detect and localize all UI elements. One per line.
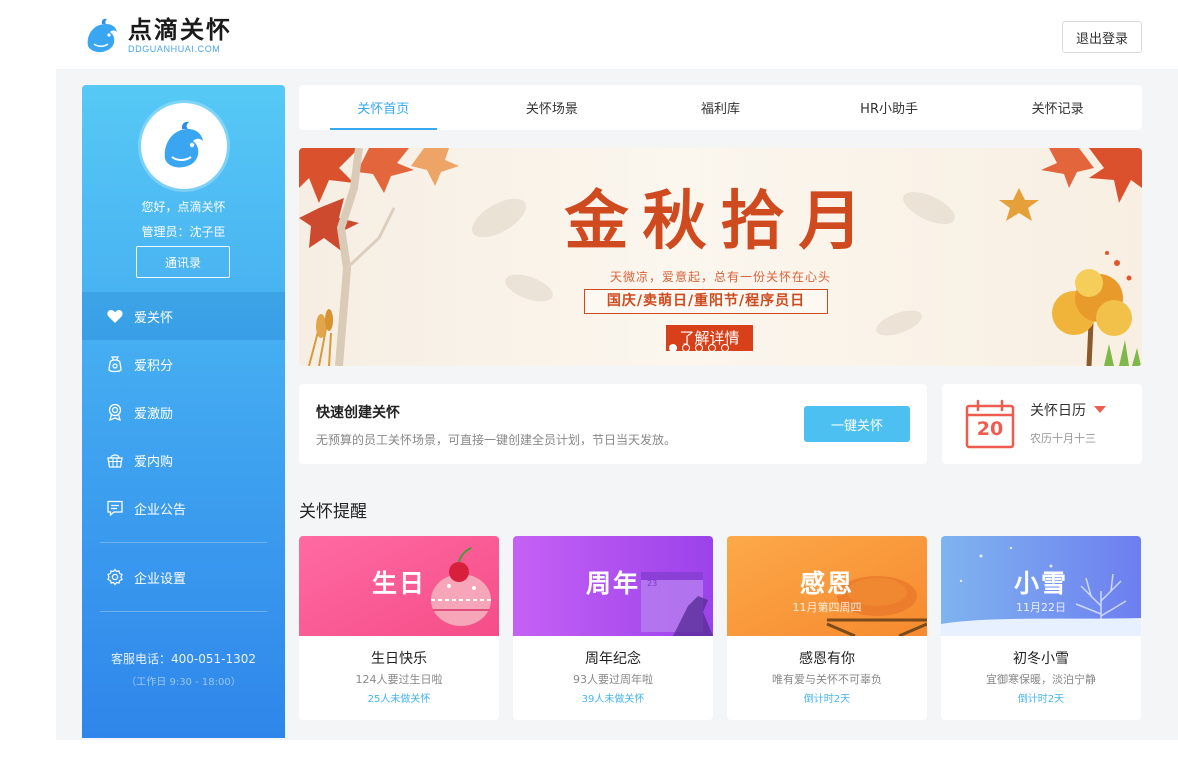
banner-title: 金秋拾月 bbox=[564, 184, 877, 259]
admin-name: 管理员：沈子臣 bbox=[141, 225, 226, 239]
reminder-card-light-snow[interactable]: 小雪 11月22日 初冬小雪 宜御寒保暖，淡泊宁静 倒计时2天 bbox=[941, 536, 1141, 720]
brand-name: 点滴关怀 bbox=[128, 16, 232, 44]
contacts-button[interactable]: 通讯录 bbox=[136, 246, 230, 278]
card-title: 感恩有你 bbox=[799, 651, 855, 667]
sidebar-menu: 爱关怀 爱积分 爱激励 爱内购 企业公告 企业设置 bbox=[82, 292, 285, 622]
calendar-title[interactable]: 关怀日历 bbox=[1030, 400, 1106, 420]
avatar[interactable] bbox=[141, 103, 227, 189]
carousel-dot[interactable] bbox=[682, 344, 690, 352]
dolphin-logo-icon bbox=[87, 18, 117, 53]
card-status: 39人未做关怀 bbox=[581, 694, 645, 705]
card-desc: 124人要过生日啦 bbox=[355, 673, 443, 686]
sidebar-item-notice[interactable]: 企业公告 bbox=[82, 484, 285, 532]
sidebar-item-label: 爱激励 bbox=[134, 406, 174, 422]
card-heading: 小雪 bbox=[1013, 569, 1068, 598]
reminder-cards: 生日 生日快乐 124人要过生日啦 25人未做关怀 23 周年 周年纪念 93人… bbox=[299, 536, 1142, 720]
carousel-dots bbox=[669, 344, 729, 352]
card-desc: 宜御寒保暖，淡泊宁静 bbox=[986, 673, 1096, 686]
sidebar-item-label: 爱积分 bbox=[134, 358, 174, 374]
dolphin-avatar-icon bbox=[164, 121, 203, 168]
card-status: 倒计时2天 bbox=[1017, 694, 1065, 705]
care-calendar-panel[interactable]: 20 关怀日历 农历十月十三 bbox=[942, 384, 1142, 464]
card-status: 倒计时2天 bbox=[803, 694, 851, 705]
card-date: 11月第四周四 bbox=[792, 601, 862, 614]
medal-icon bbox=[106, 403, 124, 421]
top-header: 点滴关怀 DDGUANHUAI.COM 退出登录 bbox=[56, 0, 1178, 70]
tab-welfare-library[interactable]: 福利库 bbox=[636, 85, 805, 130]
sidebar: 您好，点滴关怀 管理员：沈子臣 通讯录 爱关怀 爱积分 爱激励 爱内购 企业公告… bbox=[82, 85, 285, 738]
one-click-care-button[interactable]: 一键关怀 bbox=[804, 406, 910, 442]
heart-icon bbox=[106, 307, 124, 325]
sidebar-item-purchase[interactable]: 爱内购 bbox=[82, 436, 285, 484]
tab-care-scenes[interactable]: 关怀场景 bbox=[468, 85, 637, 130]
service-hours: （工作日 9:30 - 18:00） bbox=[126, 677, 241, 688]
tab-care-records[interactable]: 关怀记录 bbox=[973, 85, 1142, 130]
tab-hr-assistant[interactable]: HR小助手 bbox=[805, 85, 974, 130]
card-heading: 生日 bbox=[371, 569, 426, 598]
brand-logo[interactable]: 点滴关怀 DDGUANHUAI.COM bbox=[82, 16, 232, 56]
reminders-title: 关怀提醒 bbox=[299, 502, 367, 522]
reminder-card-thanksgiving[interactable]: 感恩 11月第四周四 感恩有你 唯有爱与关怀不可辜负 倒计时2天 bbox=[727, 536, 927, 720]
sidebar-divider bbox=[100, 542, 267, 543]
card-title: 生日快乐 bbox=[371, 651, 427, 667]
brand-domain: DDGUANHUAI.COM bbox=[128, 44, 221, 54]
gear-icon bbox=[106, 568, 124, 586]
lunar-date: 农历十月十三 bbox=[1030, 432, 1096, 445]
tab-care-home[interactable]: 关怀首页 bbox=[299, 85, 468, 130]
carousel-dot[interactable] bbox=[695, 344, 703, 352]
carousel-dot[interactable] bbox=[669, 344, 677, 352]
greeting-text: 您好，点滴关怀 bbox=[141, 200, 226, 214]
banner-subtitle: 天微凉，爱意起，总有一份关怀在心头 bbox=[609, 270, 831, 284]
card-title: 初冬小雪 bbox=[1013, 651, 1069, 667]
sidebar-item-label: 企业设置 bbox=[134, 571, 187, 587]
calendar-day: 20 bbox=[976, 418, 1004, 440]
sidebar-divider bbox=[100, 611, 267, 612]
logout-button[interactable]: 退出登录 bbox=[1062, 21, 1142, 53]
basket-icon bbox=[106, 451, 124, 469]
card-date: 11月22日 bbox=[1016, 601, 1066, 614]
reminder-card-anniversary[interactable]: 23 周年 周年纪念 93人要过周年啦 39人未做关怀 bbox=[513, 536, 713, 720]
card-heading: 感恩 bbox=[799, 569, 854, 598]
quick-create-panel: 快速创建关怀 无预算的员工关怀场景，可直接一键创建全员计划，节日当天发放。 一键… bbox=[299, 384, 927, 464]
quick-create-desc: 无预算的员工关怀场景，可直接一键创建全员计划，节日当天发放。 bbox=[316, 433, 677, 447]
quick-create-title: 快速创建关怀 bbox=[316, 405, 400, 421]
carousel-dot[interactable] bbox=[721, 344, 729, 352]
sidebar-item-label: 企业公告 bbox=[134, 502, 187, 518]
card-desc: 93人要过周年啦 bbox=[573, 673, 653, 686]
reminder-card-birthday[interactable]: 生日 生日快乐 124人要过生日啦 25人未做关怀 bbox=[299, 536, 499, 720]
sidebar-item-points[interactable]: 爱积分 bbox=[82, 340, 285, 388]
calendar-title-label: 关怀日历 bbox=[1030, 403, 1086, 419]
sidebar-item-settings[interactable]: 企业设置 bbox=[82, 553, 285, 601]
sidebar-item-label: 爱关怀 bbox=[134, 310, 174, 326]
card-desc: 唯有爱与关怀不可辜负 bbox=[772, 673, 882, 686]
sidebar-item-label: 爱内购 bbox=[134, 454, 174, 470]
banner-festivals: 国庆/卖萌日/重阳节/程序员日 bbox=[584, 289, 828, 314]
sidebar-item-incentive[interactable]: 爱激励 bbox=[82, 388, 285, 436]
card-heading: 周年 bbox=[585, 569, 640, 598]
points-bag-icon bbox=[106, 355, 124, 373]
main-tabs: 关怀首页 关怀场景 福利库 HR小助手 关怀记录 bbox=[299, 85, 1142, 130]
notice-icon bbox=[106, 499, 124, 517]
sidebar-item-care[interactable]: 爱关怀 bbox=[82, 292, 285, 340]
carousel-dot[interactable] bbox=[708, 344, 716, 352]
card-title: 周年纪念 bbox=[585, 651, 641, 667]
promo-banner[interactable]: 金秋拾月 天微凉，爱意起，总有一份关怀在心头 国庆/卖萌日/重阳节/程序员日 了… bbox=[299, 148, 1142, 366]
caret-down-icon bbox=[1094, 406, 1106, 413]
card-status: 25人未做关怀 bbox=[367, 694, 431, 705]
service-phone: 客服电话：400-051-1302 bbox=[110, 652, 256, 666]
